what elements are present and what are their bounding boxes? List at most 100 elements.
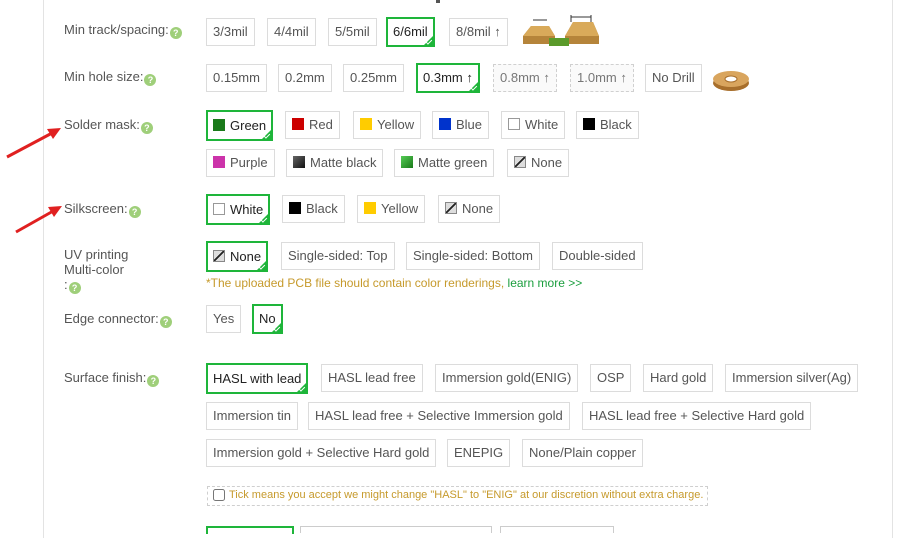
help-circle-icon[interactable]: ? bbox=[147, 375, 160, 387]
next-button-partial-3[interactable] bbox=[500, 526, 614, 533]
hasl-enig-disclaimer: Tick means you accept we might change "H… bbox=[207, 486, 708, 506]
mask-option-green[interactable]: Green bbox=[206, 110, 274, 141]
mask-yellow-label: Yellow bbox=[377, 117, 415, 132]
next-button-partial-2[interactable] bbox=[300, 526, 492, 533]
mask-green-label: Green bbox=[230, 118, 267, 133]
hole-option-1-0[interactable]: 1.0mm ↑ bbox=[570, 64, 634, 92]
surface-option-osp[interactable]: OSP bbox=[590, 364, 632, 392]
learn-more-link[interactable]: learn more >> bbox=[508, 276, 583, 290]
mask-purple-label: Purple bbox=[230, 155, 268, 170]
red-arrow-icon bbox=[15, 206, 62, 234]
help-circle-icon[interactable]: ? bbox=[159, 316, 172, 328]
track-option-5-5[interactable]: 5/5mil bbox=[328, 18, 377, 46]
mask-matte-green-label: Matte green bbox=[418, 155, 488, 170]
uv-option-single-bottom[interactable]: Single-sided: Bottom bbox=[406, 242, 540, 270]
silk-label-text: Silkscreen: bbox=[64, 201, 128, 216]
hole-option-0-8[interactable]: 0.8mm ↑ bbox=[493, 64, 557, 92]
surface-label: Surface finish:? bbox=[64, 370, 160, 387]
surface-option-hasl-lead[interactable]: HASL with lead bbox=[206, 363, 309, 394]
mask-none-label: None bbox=[531, 155, 563, 170]
surface-option-hard-gold[interactable]: Hard gold bbox=[643, 364, 714, 392]
purple-swatch bbox=[213, 156, 225, 168]
green-swatch bbox=[213, 119, 225, 131]
uv-label: UV printing Multi-color :? bbox=[64, 247, 128, 294]
help-circle-icon[interactable]: ? bbox=[169, 27, 182, 39]
uv-option-single-top[interactable]: Single-sided: Top bbox=[281, 242, 395, 270]
uv-option-double[interactable]: Double-sided bbox=[552, 242, 643, 270]
uv-option-none[interactable]: None bbox=[206, 241, 269, 272]
yellow-swatch bbox=[364, 202, 376, 214]
black-swatch bbox=[583, 118, 595, 130]
mask-option-blue[interactable]: Blue bbox=[432, 111, 490, 139]
pcb-trace-illustration bbox=[523, 15, 599, 46]
edge-option-yes[interactable]: Yes bbox=[206, 305, 242, 333]
hole-label: Min hole size:? bbox=[64, 69, 157, 86]
mask-label: Solder mask:? bbox=[64, 117, 153, 134]
mask-option-none[interactable]: None bbox=[507, 149, 570, 177]
uv-note-text: *The uploaded PCB file should contain co… bbox=[206, 276, 505, 290]
surface-option-plain-copper[interactable]: None/Plain copper bbox=[522, 439, 643, 467]
edge-label: Edge connector:? bbox=[64, 311, 172, 328]
mask-white-label: White bbox=[525, 117, 559, 132]
hole-option-0-25[interactable]: 0.25mm bbox=[343, 64, 404, 92]
mask-option-black[interactable]: Black bbox=[576, 111, 639, 139]
black-swatch bbox=[289, 202, 301, 214]
surface-label-text: Surface finish: bbox=[64, 370, 147, 385]
uv-note: *The uploaded PCB file should contain co… bbox=[206, 276, 582, 290]
matte-black-swatch bbox=[293, 156, 305, 168]
hole-option-no-drill[interactable]: No Drill bbox=[645, 64, 702, 92]
hasl-enig-checkbox[interactable] bbox=[213, 489, 225, 501]
surface-option-immersion-silver[interactable]: Immersion silver(Ag) bbox=[725, 364, 859, 392]
mask-matte-black-label: Matte black bbox=[310, 155, 377, 170]
track-option-8-8[interactable]: 8/8mil ↑ bbox=[449, 18, 508, 46]
silk-white-label: White bbox=[230, 202, 264, 217]
surface-option-imm-gold-sel-hard-gold[interactable]: Immersion gold + Selective Hard gold bbox=[206, 439, 437, 467]
surface-option-hasl-lead-free[interactable]: HASL lead free bbox=[321, 364, 423, 392]
hole-option-0-3[interactable]: 0.3mm ↑ bbox=[416, 63, 480, 93]
track-option-6-6[interactable]: 6/6mil bbox=[386, 17, 435, 47]
mask-option-yellow[interactable]: Yellow bbox=[353, 111, 422, 139]
matte-green-swatch bbox=[401, 156, 413, 168]
hasl-enig-disclaimer-text: Tick means you accept we might change "H… bbox=[229, 489, 704, 501]
mask-option-matte-green[interactable]: Matte green bbox=[394, 149, 495, 177]
silk-option-yellow[interactable]: Yellow bbox=[357, 195, 426, 223]
yellow-swatch bbox=[360, 118, 372, 130]
track-option-4-4[interactable]: 4/4mil bbox=[267, 18, 316, 46]
track-label: Min track/spacing:? bbox=[64, 22, 182, 39]
white-swatch bbox=[508, 118, 520, 130]
hole-option-0-15[interactable]: 0.15mm bbox=[206, 64, 267, 92]
track-label-text: Min track/spacing: bbox=[64, 22, 169, 37]
mask-option-red[interactable]: Red bbox=[285, 111, 340, 139]
red-swatch bbox=[292, 118, 304, 130]
help-circle-icon[interactable]: ? bbox=[68, 282, 81, 294]
top-marker bbox=[436, 0, 440, 3]
surface-option-hasl-lf-sel-hard-gold[interactable]: HASL lead free + Selective Hard gold bbox=[582, 402, 812, 430]
hole-option-0-2[interactable]: 0.2mm bbox=[278, 64, 332, 92]
track-option-3-3[interactable]: 3/3mil bbox=[206, 18, 255, 46]
edge-option-no[interactable]: No bbox=[252, 304, 283, 334]
help-circle-icon[interactable]: ? bbox=[140, 122, 153, 134]
silk-label: Silkscreen:? bbox=[64, 201, 141, 218]
white-swatch bbox=[213, 203, 225, 215]
help-circle-icon[interactable]: ? bbox=[128, 206, 141, 218]
drill-hole-illustration bbox=[713, 71, 749, 91]
silk-option-white[interactable]: White bbox=[206, 194, 271, 225]
silk-option-none[interactable]: None bbox=[438, 195, 501, 223]
silk-black-label: Black bbox=[306, 201, 338, 216]
silk-option-black[interactable]: Black bbox=[282, 195, 345, 223]
none-slash-swatch bbox=[445, 202, 457, 214]
next-button-partial[interactable] bbox=[206, 526, 294, 534]
surface-option-enig[interactable]: Immersion gold(ENIG) bbox=[435, 364, 579, 392]
uv-none-label: None bbox=[230, 249, 262, 264]
surface-option-enepig[interactable]: ENEPIG bbox=[447, 439, 511, 467]
mask-black-label: Black bbox=[600, 117, 632, 132]
surface-option-immersion-tin[interactable]: Immersion tin bbox=[206, 402, 299, 430]
blue-swatch bbox=[439, 118, 451, 130]
uv-label-line3: :? bbox=[64, 277, 128, 294]
mask-option-purple[interactable]: Purple bbox=[206, 149, 275, 177]
silk-yellow-label: Yellow bbox=[381, 201, 419, 216]
mask-option-white[interactable]: White bbox=[501, 111, 566, 139]
surface-option-hasl-lf-sel-imm-gold[interactable]: HASL lead free + Selective Immersion gol… bbox=[308, 402, 570, 430]
help-circle-icon[interactable]: ? bbox=[144, 74, 157, 86]
mask-option-matte-black[interactable]: Matte black bbox=[286, 149, 384, 177]
